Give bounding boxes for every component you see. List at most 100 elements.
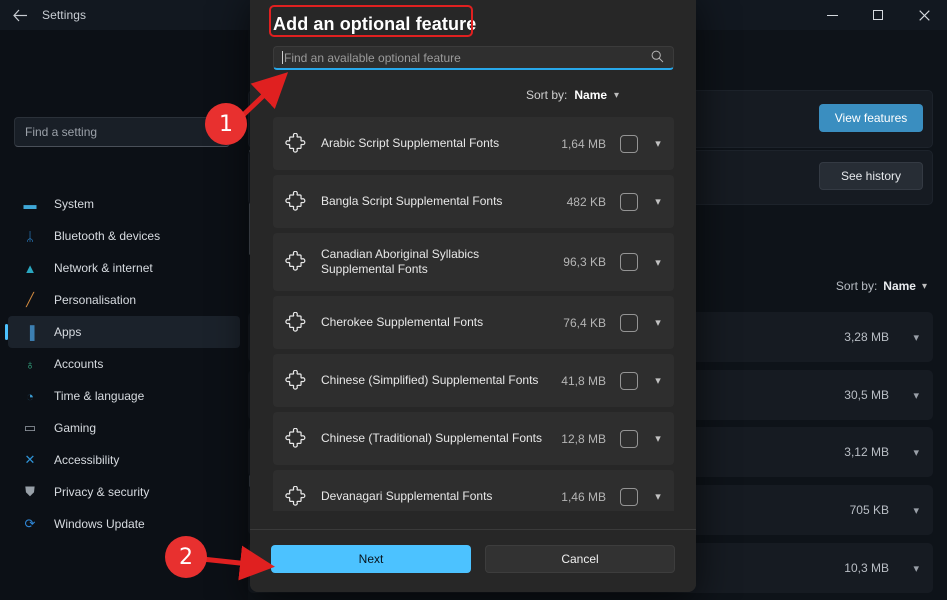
search-input[interactable]: Find a setting — [14, 117, 230, 147]
sidebar-item-time-language[interactable]: ◔Time & language — [8, 380, 240, 412]
chevron-down-icon[interactable]: ▾ — [652, 137, 664, 150]
minimize-icon — [827, 15, 838, 16]
sidebar-item-accessibility[interactable]: ✕Accessibility — [8, 444, 240, 476]
sidebar-item-label: Personalisation — [54, 293, 136, 307]
puzzle-piece-icon — [285, 251, 307, 273]
feature-checkbox[interactable] — [620, 314, 638, 332]
feature-name: Canadian Aboriginal Syllabics Supplement… — [321, 247, 563, 277]
puzzle-piece-icon — [285, 312, 307, 334]
feature-checkbox[interactable] — [620, 430, 638, 448]
feature-name: Devanagari Supplemental Fonts — [321, 489, 561, 504]
chevron-down-icon[interactable]: ▾ — [652, 432, 664, 445]
feature-checkbox[interactable] — [620, 193, 638, 211]
minimize-button[interactable] — [809, 0, 855, 30]
feature-list-item[interactable]: Chinese (Simplified) Supplemental Fonts4… — [273, 354, 674, 407]
search-placeholder: Find a setting — [25, 125, 97, 139]
puzzle-piece-icon — [285, 191, 307, 213]
sidebar-item-apps[interactable]: ▐ Apps — [8, 316, 240, 348]
sidebar-item-accounts[interactable]: ♁Accounts — [8, 348, 240, 380]
clock-icon: ◔ — [20, 387, 40, 405]
maximize-button[interactable] — [855, 0, 901, 30]
puzzle-piece-icon — [285, 251, 307, 273]
feature-list-item[interactable]: Chinese (Traditional) Supplemental Fonts… — [273, 412, 674, 465]
update-icon: ⟳ — [20, 515, 40, 533]
puzzle-piece-icon — [285, 486, 307, 508]
next-button-highlight — [269, 5, 473, 37]
close-button[interactable] — [901, 0, 947, 30]
puzzle-piece-icon — [285, 486, 307, 508]
sidebar-item-label: Gaming — [54, 421, 96, 435]
feature-size: 76,4 KB — [563, 316, 606, 330]
sidebar-item-windows-update[interactable]: ⟳Windows Update — [8, 508, 240, 540]
dialog-sort-by[interactable]: Sort by: Name ▾ — [526, 88, 619, 102]
brush-icon: ╱ — [20, 291, 40, 309]
feature-size: 1,46 MB — [561, 490, 606, 504]
feature-checkbox[interactable] — [620, 253, 638, 271]
feature-size: 96,3 KB — [563, 255, 606, 269]
sidebar-item-privacy-security[interactable]: ⛊Privacy & security — [8, 476, 240, 508]
puzzle-piece-icon — [285, 133, 307, 155]
feature-checkbox[interactable] — [620, 488, 638, 506]
feature-list-item[interactable]: Arabic Script Supplemental Fonts1,64 MB▾ — [273, 117, 674, 170]
available-features-list[interactable]: Arabic Script Supplemental Fonts1,64 MB▾… — [273, 117, 674, 511]
feature-list-item[interactable]: Canadian Aboriginal Syllabics Supplement… — [273, 233, 674, 291]
chevron-down-icon[interactable]: ▾ — [652, 374, 664, 387]
sidebar-item-label: Apps — [54, 325, 81, 339]
puzzle-piece-icon — [285, 133, 307, 155]
apps-icon: ▐ — [20, 323, 40, 341]
sidebar-item-label: System — [54, 197, 94, 211]
see-history-button[interactable]: See history — [819, 162, 923, 190]
page-sort-by-label: Sort by: — [836, 279, 877, 293]
feature-name: Chinese (Traditional) Supplemental Fonts — [321, 431, 561, 446]
feature-checkbox[interactable] — [620, 135, 638, 153]
chevron-down-icon[interactable]: ▾ — [913, 312, 919, 362]
chevron-down-icon[interactable]: ▾ — [652, 490, 664, 503]
dialog-sort-by-label: Sort by: — [526, 88, 567, 102]
chevron-down-icon: ▾ — [614, 90, 619, 101]
puzzle-piece-icon — [285, 370, 307, 392]
feature-search-input[interactable]: Find an available optional feature — [273, 46, 674, 70]
sidebar-item-system[interactable]: ▬ System — [8, 188, 240, 220]
chevron-down-icon[interactable]: ▾ — [652, 316, 664, 329]
wifi-icon: ▲ — [20, 259, 40, 277]
sidebar-item-gaming[interactable]: ▭Gaming — [8, 412, 240, 444]
feature-list-item[interactable]: Bangla Script Supplemental Fonts482 KB ▾ — [273, 175, 674, 228]
page-sort-by[interactable]: Sort by: Name ▾ — [836, 279, 927, 293]
puzzle-piece-icon — [285, 312, 307, 334]
dialog-footer: Next Cancel — [250, 529, 696, 592]
view-features-button[interactable]: View features — [819, 104, 923, 132]
chevron-down-icon[interactable]: ▾ — [652, 195, 664, 208]
bluetooth-icon: ᛦ — [20, 227, 40, 245]
arrow-left-icon — [13, 9, 28, 22]
feature-list-item[interactable]: Devanagari Supplemental Fonts1,46 MB ▾ — [273, 470, 674, 511]
chevron-down-icon: ▾ — [922, 281, 927, 292]
monitor-icon: ▬ — [20, 195, 40, 213]
back-button[interactable] — [0, 0, 40, 30]
feature-size: 41,8 MB — [561, 374, 606, 388]
feature-name: Bangla Script Supplemental Fonts — [321, 194, 567, 209]
chevron-down-icon[interactable]: ▾ — [913, 485, 919, 535]
add-optional-feature-dialog: Add an optional feature Find an availabl… — [250, 0, 696, 592]
next-button[interactable]: Next — [271, 545, 471, 573]
chevron-down-icon[interactable]: ▾ — [913, 427, 919, 477]
maximize-icon — [873, 10, 883, 20]
installed-feature-size: 10,3 MB — [844, 543, 889, 593]
sidebar-item-personalisation[interactable]: ╱ Personalisation — [8, 284, 240, 316]
feature-search-placeholder: Find an available optional feature — [284, 51, 461, 65]
feature-name: Chinese (Simplified) Supplemental Fonts — [321, 373, 561, 388]
feature-list-item[interactable]: Cherokee Supplemental Fonts76,4 KB▾ — [273, 296, 674, 349]
chevron-down-icon[interactable]: ▾ — [913, 543, 919, 593]
accessibility-icon: ✕ — [20, 451, 40, 469]
feature-name: Arabic Script Supplemental Fonts — [321, 136, 561, 151]
chevron-down-icon[interactable]: ▾ — [652, 256, 664, 269]
feature-checkbox[interactable] — [620, 372, 638, 390]
chevron-down-icon[interactable]: ▾ — [913, 370, 919, 420]
feature-size: 12,8 MB — [561, 432, 606, 446]
installed-feature-size: 3,28 MB — [844, 312, 889, 362]
sidebar-item-network-internet[interactable]: ▲Network & internet — [8, 252, 240, 284]
cancel-button[interactable]: Cancel — [485, 545, 675, 573]
dialog-sort-by-value: Name — [574, 88, 607, 102]
sidebar-item-bluetooth-devices[interactable]: ᛦBluetooth & devices — [8, 220, 240, 252]
close-icon — [919, 10, 930, 21]
feature-size: 482 KB — [567, 195, 606, 209]
